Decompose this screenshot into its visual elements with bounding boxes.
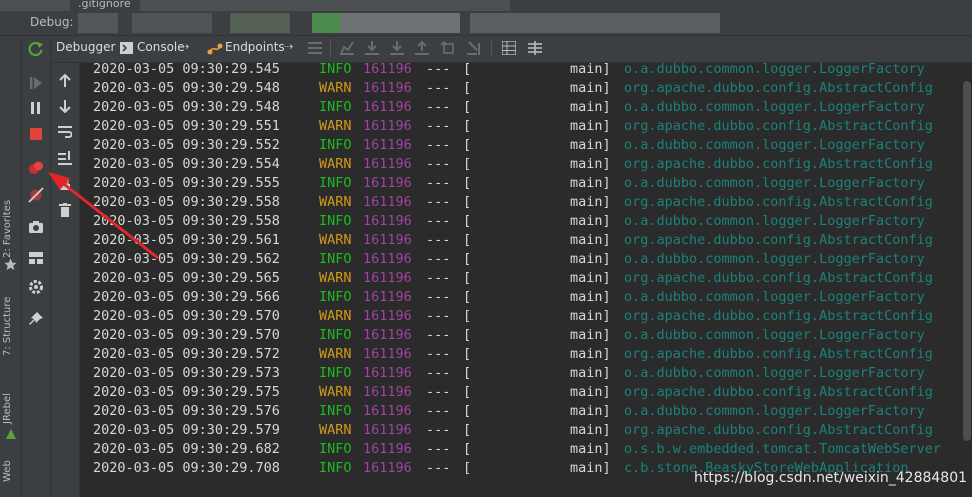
annotation-arrow xyxy=(48,172,159,260)
watermark: https://blog.csdn.net/weixin_42884801 xyxy=(694,470,968,486)
